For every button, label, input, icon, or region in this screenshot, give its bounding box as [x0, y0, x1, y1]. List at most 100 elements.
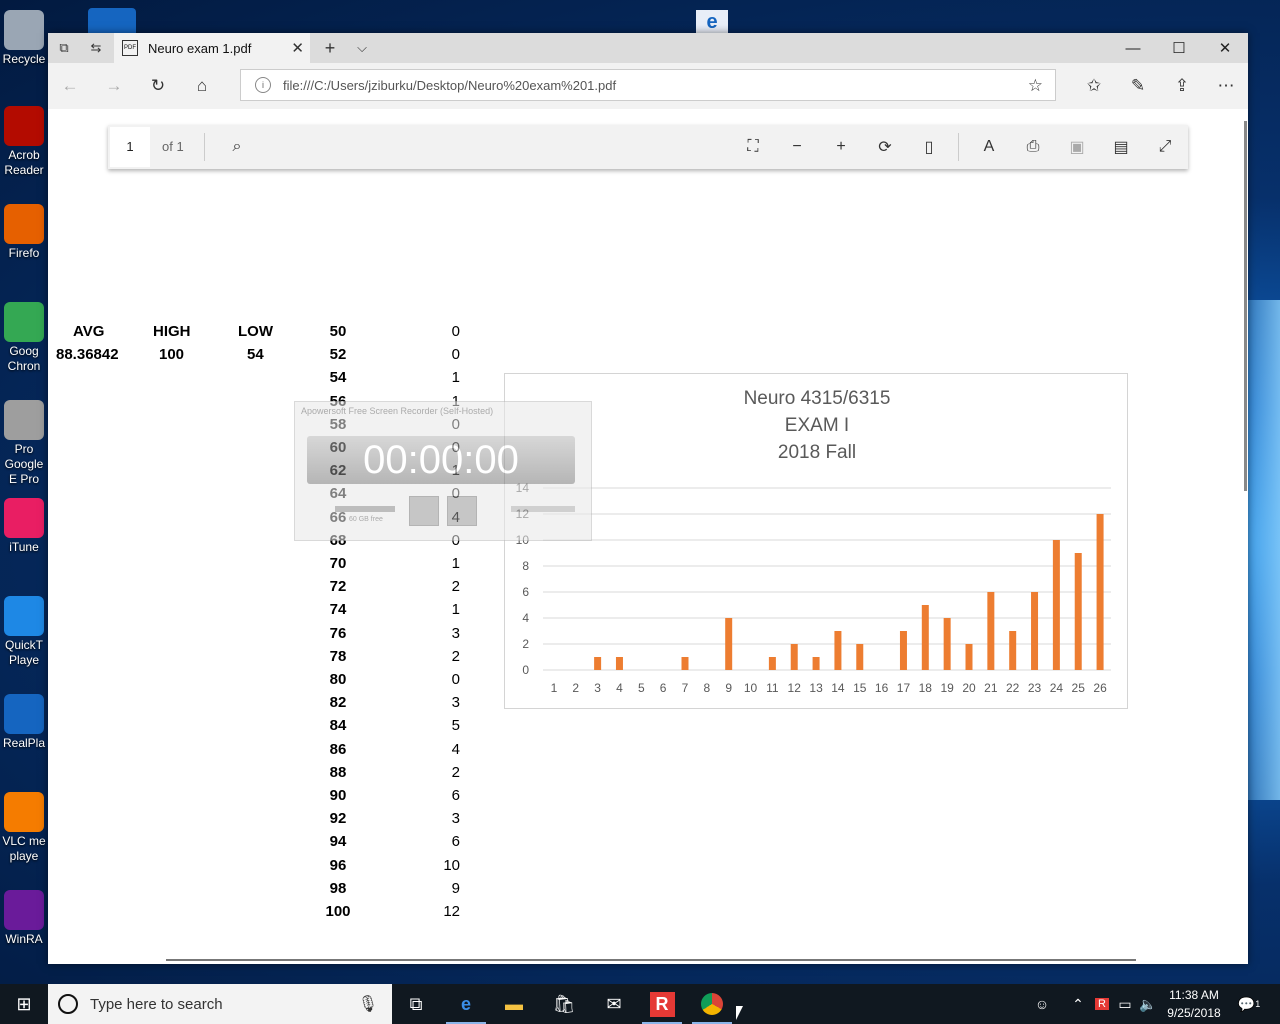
desktop-icon-label: QuickT Playe: [4, 638, 43, 667]
show-tabs-aside-icon[interactable]: ⇆: [80, 33, 112, 63]
rotate-icon[interactable]: ⟳: [870, 132, 900, 162]
x-tick-label: 25: [1072, 681, 1086, 695]
desktop-icon[interactable]: Pro Google E Pro: [0, 400, 48, 487]
mail-icon[interactable]: ✉: [590, 984, 638, 1024]
bar: [1096, 514, 1104, 670]
high-value: 100: [159, 346, 185, 363]
x-tick-label: 10: [744, 681, 758, 695]
search-icon[interactable]: ⌕: [222, 132, 252, 162]
count-value: 4: [451, 740, 460, 758]
x-tick-label: 20: [962, 681, 976, 695]
x-tick-label: 13: [809, 681, 823, 695]
close-window-button[interactable]: ✕: [1202, 33, 1248, 63]
tab-neuro-exam[interactable]: PDF Neuro exam 1.pdf ✕: [114, 33, 310, 63]
save-as-icon[interactable]: ▤: [1106, 132, 1136, 162]
desktop-icon[interactable]: Recycle: [0, 10, 48, 67]
home-icon[interactable]: ⌂: [186, 71, 218, 101]
volume-slider[interactable]: [511, 506, 575, 512]
clock[interactable]: 11:38 AM 9/25/2018: [1150, 986, 1238, 1022]
url-input[interactable]: i file:///C:/Users/jziburku/Desktop/Neur…: [240, 69, 1056, 101]
minimize-button[interactable]: —: [1110, 33, 1156, 63]
score-value: 96: [329, 856, 347, 874]
bar: [790, 644, 798, 670]
desktop-icon[interactable]: VLC me playe: [0, 792, 48, 864]
favorite-star-icon[interactable]: ☆: [1028, 76, 1043, 96]
pause-button[interactable]: [409, 496, 439, 526]
taskbar-search[interactable]: Type here to search 🎙: [48, 984, 392, 1024]
maximize-button[interactable]: ☐: [1156, 33, 1202, 63]
recorder-taskbar-icon[interactable]: R: [638, 984, 686, 1024]
score-value: 54: [329, 369, 347, 387]
edge-taskbar-icon[interactable]: e: [442, 984, 490, 1024]
file-explorer-icon[interactable]: ▬: [490, 984, 538, 1024]
desktop-icon[interactable]: QuickT Playe: [0, 596, 48, 668]
store-icon[interactable]: 🛍: [540, 984, 588, 1024]
score-value: 72: [329, 578, 347, 596]
stop-button[interactable]: [447, 496, 477, 526]
new-tab-button[interactable]: +: [314, 33, 346, 63]
y-tick-label: 6: [522, 585, 529, 599]
recorder-tray-icon[interactable]: R: [1092, 984, 1112, 1024]
disk-free-text: 60 GB free: [349, 516, 383, 523]
count-value: 2: [451, 578, 460, 596]
horizontal-scrollbar[interactable]: [166, 959, 1136, 961]
desktop-icon[interactable]: Firefo: [0, 204, 48, 261]
refresh-icon[interactable]: ↻: [142, 71, 174, 101]
notifications-icon[interactable]: 💬 1: [1236, 984, 1262, 1024]
edge-shortcut-icon[interactable]: [88, 8, 136, 34]
page-number-input[interactable]: 1: [110, 127, 150, 167]
vertical-scroll-thumb[interactable]: [1244, 121, 1247, 491]
show-hidden-icons-chevron-icon[interactable]: ⌃: [1068, 984, 1088, 1024]
chrome-taskbar-icon[interactable]: [688, 984, 736, 1024]
bar: [1009, 631, 1017, 670]
pdf-file-icon: PDF: [122, 40, 138, 56]
more-menu-icon[interactable]: ⋯: [1210, 71, 1242, 101]
fit-page-icon[interactable]: ⛶: [738, 132, 768, 162]
count-value: 1: [451, 555, 460, 572]
tab-list-chevron-icon[interactable]: ⌵: [346, 33, 378, 63]
favorites-list-icon[interactable]: ✩: [1078, 71, 1110, 101]
x-tick-label: 23: [1028, 681, 1042, 695]
forward-arrow-icon[interactable]: →: [98, 71, 130, 101]
bar: [594, 657, 602, 670]
tab-close-icon[interactable]: ✕: [291, 39, 304, 57]
score-value: 90: [329, 787, 347, 804]
desktop-icon[interactable]: Acrob Reader: [0, 106, 48, 178]
screen-recorder-widget[interactable]: Apowersoft Free Screen Recorder (Self-Ho…: [294, 401, 592, 541]
desktop-icon-label: Firefo: [8, 246, 40, 260]
microphone-icon[interactable]: 🎙: [358, 994, 378, 1014]
network-icon[interactable]: ▭: [1114, 984, 1136, 1024]
pen-notes-icon[interactable]: ✎: [1122, 71, 1154, 101]
x-tick-label: 5: [638, 681, 645, 695]
desktop-icon[interactable]: WinRA: [0, 890, 48, 947]
print-icon[interactable]: ⎙: [1018, 132, 1048, 162]
x-tick-label: 24: [1050, 681, 1064, 695]
desktop-icon[interactable]: Goog Chron: [0, 302, 48, 374]
high-label: HIGH: [153, 323, 191, 340]
vertical-scrollbar[interactable]: [1242, 109, 1248, 964]
info-icon[interactable]: i: [255, 77, 271, 93]
save-icon[interactable]: ▣: [1062, 132, 1092, 162]
desktop-icon[interactable]: RealPla: [0, 694, 48, 751]
task-view-icon[interactable]: ⧉: [392, 984, 440, 1024]
zoom-in-icon[interactable]: +: [826, 132, 856, 162]
count-value: 0: [451, 323, 460, 340]
count-value: 2: [451, 647, 460, 665]
x-tick-label: 16: [875, 681, 889, 695]
share-icon[interactable]: ⇪: [1166, 71, 1198, 101]
page-layout-icon[interactable]: ▯: [914, 132, 944, 162]
count-value: 3: [451, 624, 460, 642]
start-windows-icon[interactable]: ⊞: [0, 984, 48, 1024]
low-label: LOW: [238, 323, 273, 340]
zoom-out-icon[interactable]: −: [782, 132, 812, 162]
desktop-icon-label: RealPla: [2, 736, 46, 750]
people-icon[interactable]: ☺: [1030, 984, 1054, 1024]
score-value: 92: [329, 810, 347, 828]
fullscreen-icon[interactable]: ⤢: [1150, 132, 1180, 162]
read-aloud-icon[interactable]: A: [974, 132, 1004, 162]
set-aside-tabs-icon[interactable]: ⧉: [48, 33, 80, 63]
back-arrow-icon[interactable]: ←: [54, 71, 86, 101]
desktop-icon[interactable]: iTune: [0, 498, 48, 555]
edge-file-icon[interactable]: e: [696, 10, 728, 34]
bar: [834, 631, 842, 670]
